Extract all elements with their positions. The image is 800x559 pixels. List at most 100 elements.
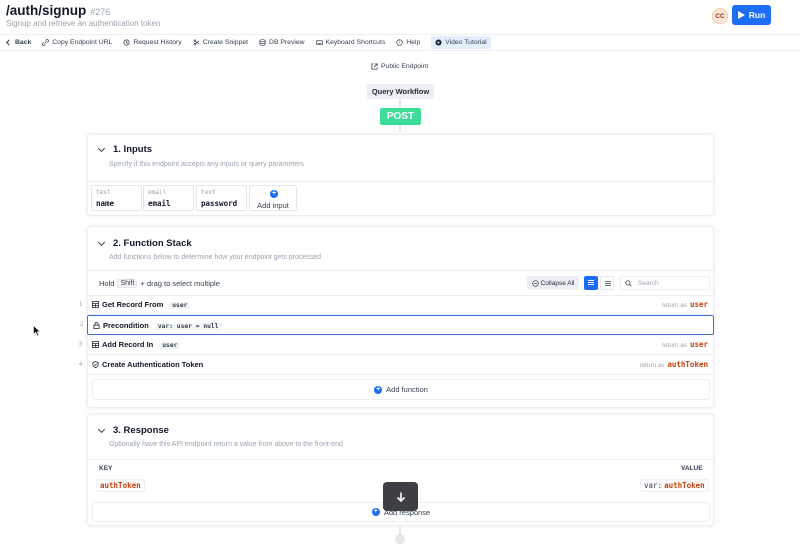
function-stack-toggle[interactable]: 2. Function Stack [97,238,192,249]
help-button[interactable]: ? Help [396,36,420,49]
help-icon: ? [396,39,403,46]
create-snippet-button[interactable]: Create Snippet [193,36,248,49]
function-label: Add Record In [102,340,154,349]
video-tutorial-button[interactable]: Video Tutorial [431,36,491,49]
return-as-label: return as [639,362,665,369]
function-tag: var: user = null [154,322,222,330]
external-link-icon [371,63,378,70]
list-view-button[interactable] [584,276,598,290]
input-item[interactable]: text password [196,185,247,211]
function-label: Precondition [103,320,149,330]
back-label: Back [15,39,32,46]
function-number: 4 [79,361,83,368]
http-method-badge[interactable]: POST [380,108,421,125]
value-prefix: var: [644,481,663,490]
hold-label: Hold [99,279,115,288]
return-variable: user [689,300,708,309]
function-number: 1 [79,301,83,308]
function-row[interactable]: 1 Get Record From user return as user [79,295,714,315]
return-variable: user [689,340,708,349]
lock-icon [93,322,100,329]
value-variable: authToken [664,481,705,490]
input-name: name [96,199,115,208]
function-name: Add Record In user [102,340,181,349]
keyboard-shortcuts-label: Keyboard Shortcuts [325,39,386,46]
input-name: email [148,199,171,208]
drag-hint: + drag to select multiple [140,279,220,288]
collapse-all-label: Collapse All [540,279,575,287]
function-tag: user [159,342,181,349]
request-history-button[interactable]: Request History [123,36,182,49]
keyboard-shortcuts-button[interactable]: Keyboard Shortcuts [315,36,386,49]
db-preview-label: DB Preview [269,39,305,46]
video-tutorial-label: Video Tutorial [445,39,487,46]
function-number: 3 [79,341,83,348]
avatar[interactable]: CC [712,8,728,24]
response-toggle[interactable]: 3. Response [97,425,169,436]
return-as-label: return as [662,302,687,309]
detail-view-button[interactable] [600,276,614,290]
add-function-button[interactable]: + Add function [92,379,710,400]
key-header: KEY [99,465,113,472]
function-row[interactable]: 3 Add Record In user return as user [79,335,714,355]
multi-select-hint: Hold Shift + drag to select multiple [99,279,220,288]
return-as: return as authToken [640,360,709,369]
function-tag: user [169,302,191,309]
function-search-input[interactable]: Search [620,276,710,290]
chevron-left-icon [6,39,10,46]
search-placeholder: Search [638,279,659,287]
back-button[interactable]: Back [5,36,31,49]
play-circle-icon [435,39,442,46]
function-number: 2 [80,322,84,328]
table-icon [92,301,99,308]
collapse-all-button[interactable]: Collapse All [527,276,579,290]
inputs-toggle[interactable]: 1. Inputs [97,144,153,155]
endpoint-id: #276 [90,7,111,17]
snippet-icon [193,39,200,46]
flow-connector [399,125,401,134]
divider [88,459,713,460]
chevron-down-icon [97,144,106,152]
help-label: Help [406,39,421,46]
page-subtitle: Signup and retrieve an authentication to… [6,19,161,28]
history-icon [123,39,130,46]
svg-text:?: ? [399,40,401,45]
return-as: return as user [662,340,708,349]
add-input-button[interactable]: + Add input [249,185,297,211]
create-snippet-label: Create Snippet [202,39,249,46]
add-function-label: Add function [386,385,428,394]
divider [88,270,713,271]
scroll-down-button[interactable] [383,482,418,511]
response-title: 3. Response [113,425,169,436]
request-history-label: Request History [133,39,182,46]
copy-endpoint-url-button[interactable]: Copy Endpoint URL [42,36,112,49]
chevron-down-icon [97,425,106,433]
database-icon [259,39,266,46]
page-title: /auth/signup #276 [6,3,110,18]
input-item[interactable]: text name [91,185,142,211]
function-row[interactable]: 4 Create Authentication Token return as a… [79,355,714,375]
public-endpoint-indicator: Public Endpoint [371,63,428,70]
flow-end-node [395,534,405,544]
response-description: Optionally have this API endpoint return… [109,441,343,448]
play-icon [737,11,745,19]
response-value[interactable]: var: authToken [640,479,709,492]
function-stack-description: Add functions below to determine how you… [109,254,322,261]
function-row[interactable]: 2 Precondition var: user = null [80,315,714,335]
plus-icon: + [270,190,278,198]
run-label: Run [748,10,766,20]
input-item[interactable]: email email [143,185,194,211]
db-preview-button[interactable]: DB Preview [259,36,305,49]
inputs-description: Specify if this endpoint accepts any inp… [109,161,304,168]
link-icon [42,39,50,46]
flow-connector [399,99,401,108]
query-workflow-button[interactable]: Query Workflow [367,84,434,99]
input-type: email [148,189,167,196]
run-button[interactable]: Run [732,5,771,25]
toolbar: Back Copy Endpoint URL Request History C… [0,34,800,51]
collapse-icon [531,279,539,287]
inputs-title: 1. Inputs [113,144,153,155]
endpoint-path: /auth/signup [6,3,87,18]
input-type: text [96,189,111,196]
response-key[interactable]: authToken [96,479,145,492]
